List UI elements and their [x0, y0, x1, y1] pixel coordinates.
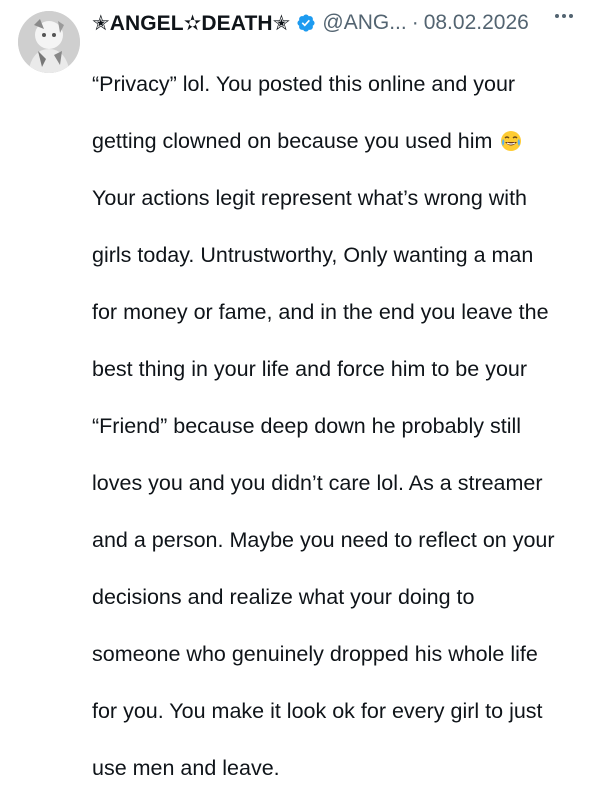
avatar-image [18, 11, 80, 73]
more-dot [569, 14, 573, 18]
more-dot [562, 14, 566, 18]
tweet-line: “Privacy” lol. You posted this online an… [92, 71, 516, 96]
more-horizontal-icon[interactable] [555, 14, 573, 18]
tweet-date[interactable]: 08.02.2026 [424, 11, 529, 35]
tweet-line: loves you and you didn’t care lol. As a … [92, 470, 543, 495]
tweet-line: for you. You make it look ok for every g… [92, 698, 543, 723]
laughing-tears-emoji-icon [500, 130, 522, 152]
tweet-line: “Friend” because deep down he probably s… [92, 413, 522, 438]
tweet-text: “Privacy” lol. You posted this online an… [92, 41, 580, 811]
tweet-line: girls today. Untrustworthy, Only wanting… [92, 242, 534, 267]
tweet-line: best thing in your life and force him to… [92, 356, 528, 381]
more-dot [555, 14, 559, 18]
tweet-line: Your actions legit represent what’s wron… [92, 185, 528, 210]
tweet-line: decisions and realize what your doing to [92, 584, 475, 609]
verified-badge-icon [296, 13, 316, 33]
tweet-header: ✭ANGEL✫DEATH✭ @ANG... · 08.02.2026 [92, 6, 582, 40]
tweet-line: and a person. Maybe you need to reflect … [92, 527, 555, 552]
avatar[interactable] [18, 11, 80, 73]
tweet-line: use men and leave. [92, 755, 280, 780]
display-name[interactable]: ✭ANGEL✫DEATH✭ [92, 11, 290, 36]
tweet-line: someone who genuinely dropped his whole … [92, 641, 538, 666]
tweet-line-text: getting clowned on because you used him [92, 128, 493, 153]
tweet-line-with-emoji: getting clowned on because you used him [92, 127, 580, 156]
user-handle[interactable]: @ANG... [322, 11, 406, 35]
tweet-card[interactable]: ✭ANGEL✫DEATH✭ @ANG... · 08.02.2026 “Priv… [0, 0, 591, 780]
tweet-line: for money or fame, and in the end you le… [92, 299, 549, 324]
header-separator: · [411, 11, 419, 34]
